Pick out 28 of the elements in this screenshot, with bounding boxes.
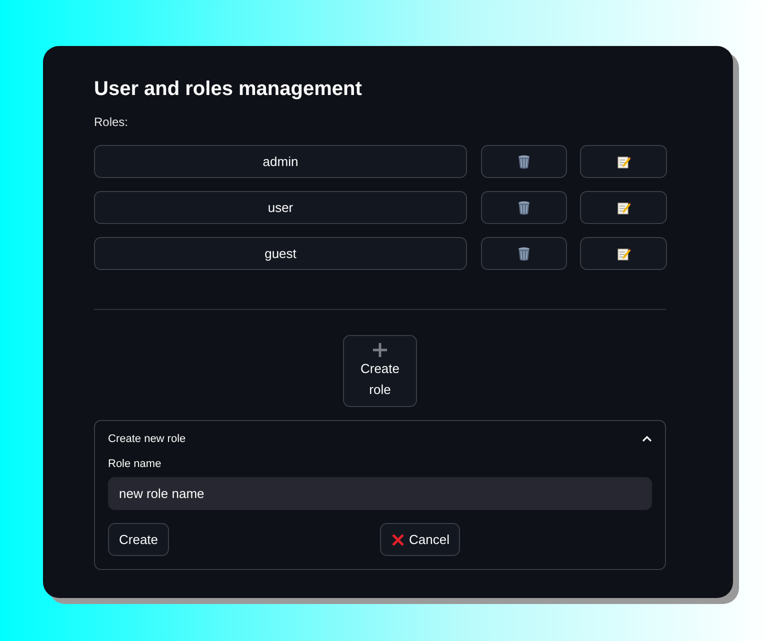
create-button[interactable]: Create (108, 523, 170, 556)
create-role-button[interactable]: Create role (343, 335, 417, 407)
memo-pencil-icon (616, 154, 630, 168)
trash-can-icon (518, 154, 530, 168)
cancel-button[interactable]: Cancel (380, 523, 460, 556)
role-button[interactable]: user (94, 191, 467, 224)
panel-title: Create new role (108, 433, 186, 445)
role-button[interactable]: guest (94, 237, 467, 270)
trash-can-icon (518, 200, 530, 214)
chevron-icon (642, 436, 652, 442)
page-title: User and roles management (94, 78, 363, 101)
edit-button[interactable] (580, 237, 667, 270)
trash-can-icon (518, 246, 530, 260)
edit-button[interactable] (580, 191, 667, 224)
roles-label: Roles: (94, 115, 130, 129)
delete-button[interactable] (480, 191, 566, 224)
plus-icon (372, 342, 388, 358)
memo-pencil-icon (616, 200, 630, 214)
close-icon (391, 532, 405, 546)
role-button[interactable]: admin (94, 145, 467, 178)
edit-button[interactable] (580, 145, 667, 178)
delete-button[interactable] (480, 237, 566, 270)
delete-button[interactable] (480, 145, 566, 178)
create-role-label: Create role (359, 360, 401, 399)
field-label: Role name (108, 458, 162, 470)
memo-pencil-icon (616, 246, 630, 260)
role-name-field[interactable]: new role name (108, 477, 652, 510)
panel-header[interactable]: Create new role (108, 421, 652, 455)
